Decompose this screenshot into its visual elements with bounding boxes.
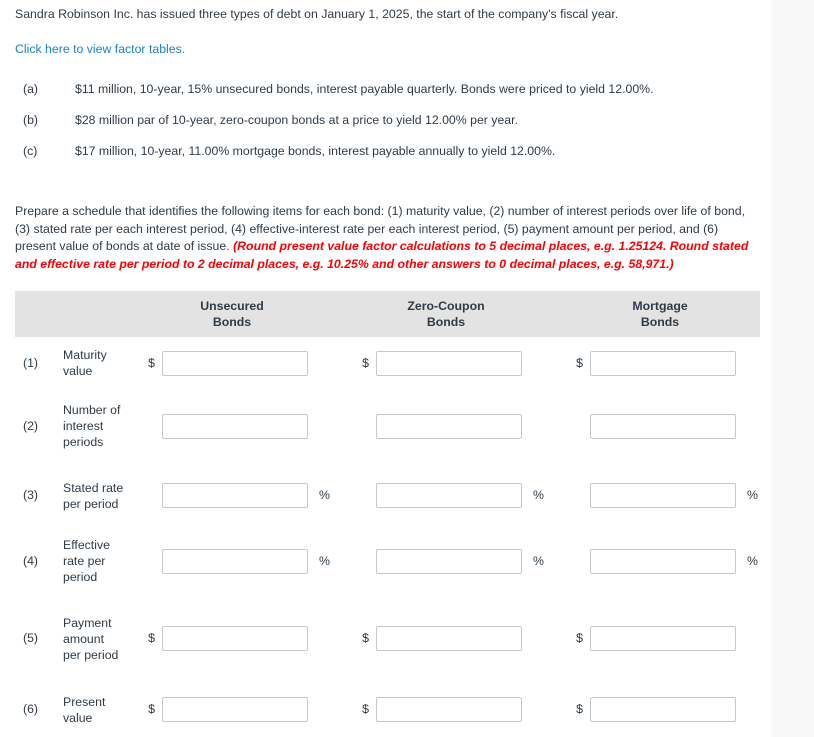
currency-symbol: $ (148, 355, 155, 370)
answer-input[interactable] (590, 413, 736, 439)
row-number: (5) (23, 631, 39, 645)
schedule-row: (6) Present value $ $ $ (15, 683, 760, 736)
row-label: Number of interest periods (63, 403, 121, 449)
answer-input[interactable] (376, 483, 522, 508)
column-header-unsecured-bonds: Unsecured Bonds (157, 298, 307, 330)
instructions-paragraph: Prepare a schedule that identifies the f… (15, 203, 752, 273)
currency-symbol: $ (362, 355, 369, 370)
schedule-row: (4) Effective rate per period%%% (15, 528, 760, 594)
debt-item-tag: (a) (23, 82, 39, 96)
percent-symbol: % (319, 488, 330, 502)
debt-items-list: (a) $11 million, 10-year, 15% unsecured b… (15, 82, 755, 175)
percent-symbol: % (747, 488, 758, 502)
row-number: (1) (23, 355, 39, 370)
right-gutter (771, 0, 814, 737)
schedule-body: (1) Maturity value $ $ $ (2) Number of interes… (15, 337, 760, 736)
percent-symbol: % (533, 488, 544, 502)
schedule-row: (1) Maturity value $ $ $ (15, 337, 760, 389)
schedule-header-row: Unsecured Bonds Zero-Coupon Bonds Mortga… (15, 291, 760, 337)
column-header-line2: Bonds (426, 315, 466, 329)
row-number: (3) (23, 488, 39, 502)
row-label: Stated rate per period (63, 480, 124, 511)
row-label: Payment amount per period (63, 615, 119, 662)
debt-item-tag: (c) (23, 144, 38, 158)
answer-input[interactable] (590, 626, 736, 651)
currency-symbol: $ (148, 702, 155, 716)
page-root: Sandra Robinson Inc. has issued three ty… (0, 0, 814, 737)
column-header-line2: Bonds (640, 315, 680, 329)
percent-symbol: % (319, 553, 330, 568)
row-label: Present value (63, 694, 106, 725)
row-number: (2) (23, 418, 39, 433)
currency-symbol: $ (362, 702, 369, 716)
debt-item-tag: (b) (23, 113, 39, 127)
debt-item: (c) $17 million, 10-year, 11.00% mortgage… (15, 144, 755, 175)
debt-item-text: $11 million, 10-year, 15% unsecured bond… (75, 82, 654, 96)
schedule-row: (2) Number of interest periods (15, 389, 760, 463)
answer-input[interactable] (590, 548, 736, 574)
column-header-line1: Unsecured (200, 299, 264, 313)
currency-symbol: $ (362, 631, 369, 645)
answer-input[interactable] (162, 548, 308, 574)
column-header-zero-coupon-bonds: Zero-Coupon Bonds (371, 298, 521, 330)
answer-input[interactable] (376, 626, 522, 651)
percent-symbol: % (533, 553, 544, 568)
answer-input[interactable] (376, 350, 522, 376)
schedule-row: (3) Stated rate per period%%% (15, 463, 760, 528)
answer-input[interactable] (162, 483, 308, 508)
answer-input[interactable] (162, 413, 308, 439)
row-number: (4) (23, 553, 39, 568)
factor-tables-link[interactable]: Click here to view factor tables. (15, 42, 185, 57)
answer-input[interactable] (162, 626, 308, 651)
answer-input[interactable] (376, 413, 522, 439)
document-content-area: Sandra Robinson Inc. has issued three ty… (0, 0, 771, 737)
row-number: (6) (23, 702, 39, 716)
answer-input[interactable] (162, 350, 308, 376)
schedule-row: (5) Payment amount per period $ $ $ (15, 594, 760, 683)
currency-symbol: $ (576, 355, 583, 370)
answer-input[interactable] (590, 350, 736, 376)
row-label: Maturity value (63, 348, 107, 378)
debt-item: (b) $28 million par of 10-year, zero-coup… (15, 113, 755, 144)
currency-symbol: $ (576, 702, 583, 716)
column-header-mortgage-bonds: Mortgage Bonds (585, 298, 735, 330)
currency-symbol: $ (148, 631, 155, 645)
answer-input[interactable] (376, 548, 522, 574)
column-header-line2: Bonds (212, 315, 252, 329)
answer-input[interactable] (590, 483, 736, 508)
debt-item-text: $28 million par of 10-year, zero-coupon … (75, 113, 518, 127)
answer-input[interactable] (376, 697, 522, 722)
column-header-line1: Zero-Coupon (407, 299, 485, 313)
currency-symbol: $ (576, 631, 583, 645)
bond-schedule-table: Unsecured Bonds Zero-Coupon Bonds Mortga… (15, 291, 760, 736)
intro-paragraph: Sandra Robinson Inc. has issued three ty… (15, 7, 619, 21)
column-header-line1: Mortgage (632, 299, 688, 313)
debt-item: (a) $11 million, 10-year, 15% unsecured b… (15, 82, 755, 113)
debt-item-text: $17 million, 10-year, 11.00% mortgage bo… (75, 144, 556, 158)
answer-input[interactable] (590, 697, 736, 722)
percent-symbol: % (747, 553, 758, 568)
row-label: Effective rate per period (63, 538, 110, 584)
answer-input[interactable] (162, 697, 308, 722)
